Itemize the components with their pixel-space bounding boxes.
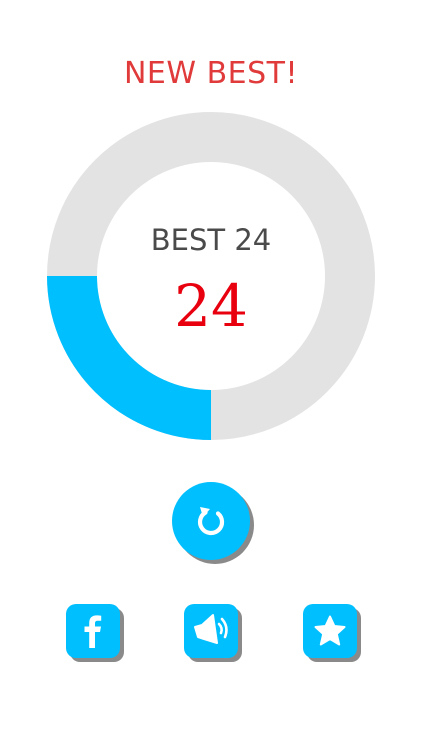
star-icon [313, 614, 347, 648]
sound-toggle-button[interactable] [184, 604, 238, 658]
facebook-icon [78, 613, 108, 649]
current-score: 24 [174, 272, 248, 340]
rate-star-button[interactable] [303, 604, 357, 658]
replay-icon [193, 503, 229, 539]
best-score-label: BEST 24 [150, 223, 272, 257]
game-over-screen: NEW BEST! BEST 24 24 [0, 0, 422, 750]
speaker-icon [191, 613, 231, 649]
replay-button[interactable] [172, 482, 250, 560]
new-best-banner: NEW BEST! [123, 56, 299, 91]
facebook-share-button[interactable] [66, 604, 120, 658]
